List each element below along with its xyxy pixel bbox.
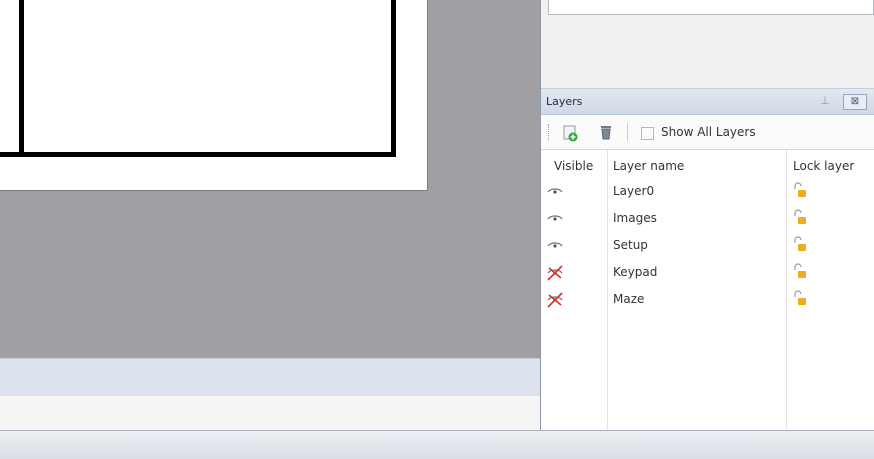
upper-panel-box (548, 0, 874, 15)
eye-icon[interactable] (546, 183, 564, 201)
layers-panel-header: Layers ⊥ ⊠ (541, 89, 874, 115)
layer-row[interactable]: Images (541, 205, 874, 232)
layer-name: Maze (613, 292, 645, 306)
layer-name: Layer0 (613, 184, 655, 198)
layer-name: Images (613, 211, 657, 225)
page-sheet (0, 0, 428, 191)
upper-dock-panel (541, 0, 874, 89)
layers-table: Visible Layer name Lock layer Layer0 Imag… (541, 150, 874, 430)
layer-name: Keypad (613, 265, 658, 279)
layer-row[interactable]: Keypad (541, 259, 874, 286)
lock-icon[interactable] (792, 209, 808, 227)
lock-icon[interactable] (792, 182, 808, 200)
eye-icon[interactable] (546, 237, 564, 255)
toolbar-grip[interactable] (548, 124, 551, 140)
delete-layer-icon[interactable] (597, 123, 615, 141)
column-header-visible[interactable]: Visible (554, 159, 593, 173)
design-canvas[interactable] (0, 0, 540, 358)
column-header-lock-layer[interactable]: Lock layer (793, 159, 854, 173)
eye-icon[interactable] (546, 210, 564, 228)
layer-row[interactable]: Layer0 (541, 178, 874, 205)
column-header-layer-name[interactable]: Layer name (613, 159, 684, 173)
status-bar (0, 430, 874, 459)
close-icon[interactable]: ⊠ (843, 94, 867, 110)
layers-toolbar: Show All Layers (541, 115, 874, 150)
toolbar-separator (627, 123, 628, 141)
screen-frame-edge (19, 0, 24, 157)
lower-panel (0, 396, 540, 430)
screen-frame (0, 0, 396, 157)
show-all-layers-label: Show All Layers (661, 125, 756, 139)
lock-icon[interactable] (792, 290, 808, 308)
lock-icon[interactable] (792, 236, 808, 254)
eye-hidden-icon[interactable] (546, 264, 564, 282)
layer-row[interactable]: Setup (541, 232, 874, 259)
eye-hidden-icon[interactable] (546, 291, 564, 309)
lock-icon[interactable] (792, 263, 808, 281)
layer-name: Setup (613, 238, 648, 252)
right-dock: Layers ⊥ ⊠ Show All Layers Visible Layer… (540, 0, 874, 430)
layers-panel-title: Layers (546, 95, 583, 108)
show-all-layers-checkbox[interactable] (641, 127, 654, 140)
add-layer-icon[interactable] (561, 124, 579, 142)
pin-icon[interactable]: ⊥ (817, 93, 833, 109)
layer-row[interactable]: Maze (541, 286, 874, 313)
canvas-bottom-bar (0, 358, 540, 397)
